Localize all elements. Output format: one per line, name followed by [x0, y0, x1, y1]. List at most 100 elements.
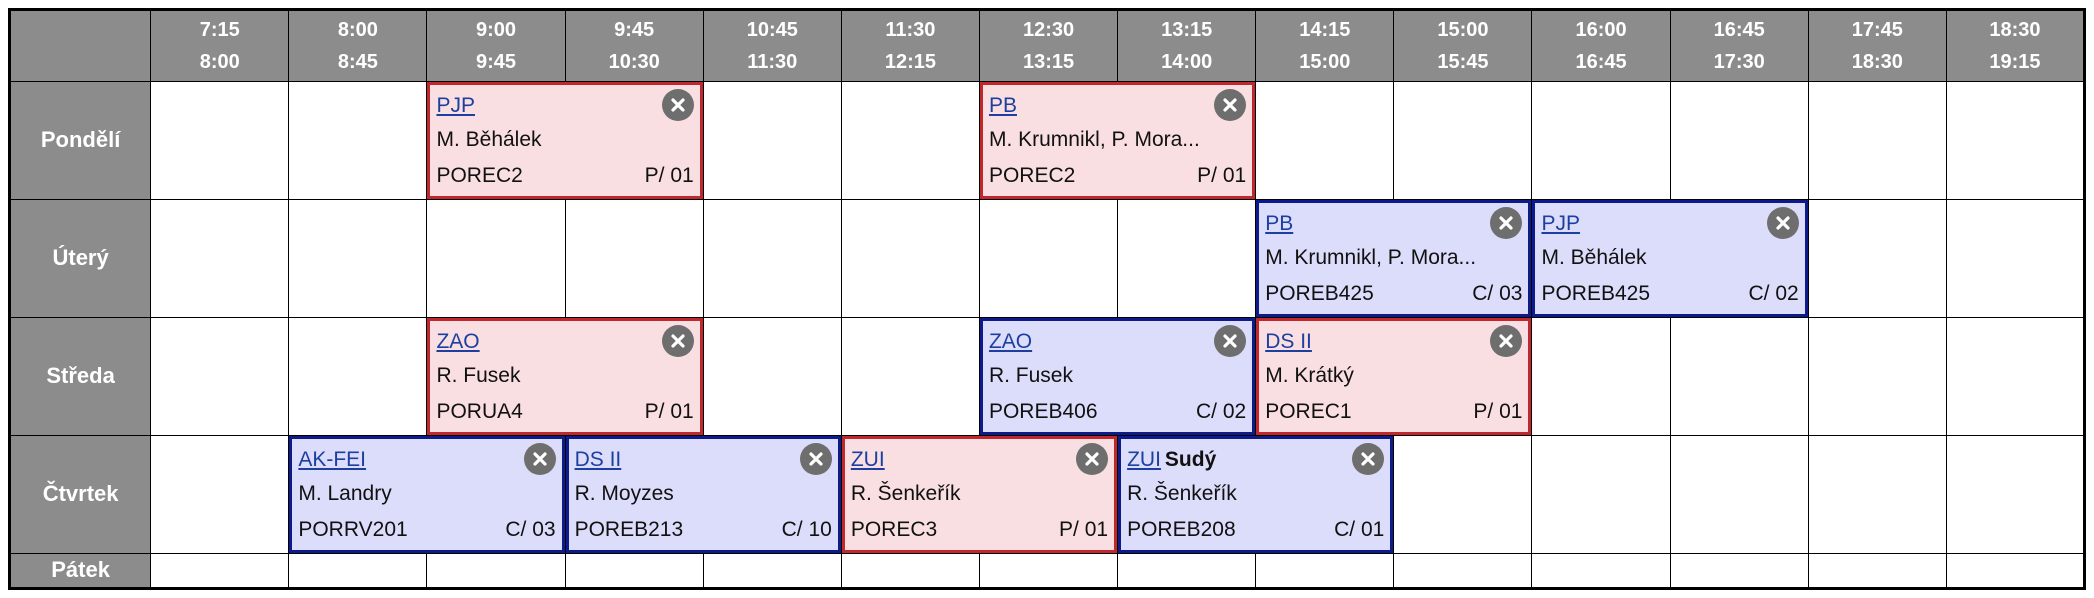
- empty-slot[interactable]: [1945, 316, 2086, 436]
- close-circle-icon[interactable]: [1214, 89, 1247, 121]
- lesson-block: PJP M. Běhálek POREC2 P/ 01: [427, 82, 703, 199]
- empty-slot[interactable]: [150, 198, 290, 318]
- empty-slot[interactable]: [1807, 81, 1947, 200]
- empty-slot[interactable]: [564, 198, 704, 318]
- lesson-cell: PB M. Krumnikl, P. Mora... POREB425 C/ 03: [1255, 198, 1533, 318]
- empty-slot[interactable]: [840, 316, 980, 436]
- time-slot: 17:45 18:30: [1807, 9, 1947, 82]
- course-code-link[interactable]: PJP: [436, 89, 475, 122]
- empty-slot[interactable]: [702, 552, 842, 590]
- empty-slot[interactable]: [150, 81, 290, 200]
- empty-slot[interactable]: [840, 552, 980, 590]
- close-circle-icon[interactable]: [1490, 206, 1523, 239]
- empty-slot[interactable]: [1807, 198, 1947, 318]
- room-label: POREB425: [1541, 281, 1651, 305]
- empty-slot[interactable]: [1531, 316, 1671, 436]
- empty-slot[interactable]: [1255, 81, 1395, 200]
- empty-slot[interactable]: [1117, 552, 1257, 590]
- empty-slot[interactable]: [1945, 434, 2086, 554]
- empty-slot[interactable]: [1669, 552, 1809, 590]
- close-circle-icon[interactable]: [1490, 324, 1523, 357]
- lesson-cell: PB M. Krumnikl, P. Mora... POREC2 P/ 01: [978, 81, 1257, 200]
- lesson-cell: ZUI R. Šenkeřík POREC3 P/ 01: [840, 434, 1119, 554]
- course-code-link[interactable]: AK-FEI: [298, 443, 366, 476]
- empty-slot[interactable]: [702, 81, 842, 200]
- empty-slot[interactable]: [150, 316, 290, 436]
- room-label: PORUA4: [436, 399, 523, 423]
- close-circle-icon[interactable]: [661, 324, 694, 357]
- empty-slot[interactable]: [150, 434, 290, 554]
- lesson-cell: PJP M. Běhálek POREC2 P/ 01: [426, 81, 704, 200]
- course-code-link[interactable]: PJP: [1541, 207, 1580, 240]
- teacher-name: R. Fusek: [988, 363, 1073, 387]
- empty-slot[interactable]: [978, 552, 1119, 590]
- empty-slot[interactable]: [1807, 316, 1947, 436]
- empty-slot[interactable]: [1945, 552, 2086, 590]
- empty-slot[interactable]: [288, 198, 428, 318]
- lesson-footer: POREB425 C/ 02: [1541, 276, 1798, 312]
- day-label: Úterý: [8, 198, 152, 318]
- teacher-name: M. Běhálek: [436, 128, 542, 151]
- teacher-name: M. Běhálek: [1541, 245, 1647, 269]
- room-label: POREB406: [988, 399, 1098, 423]
- empty-slot[interactable]: [1669, 81, 1809, 200]
- empty-slot[interactable]: [150, 552, 290, 590]
- empty-slot[interactable]: [840, 81, 980, 200]
- course-code-link[interactable]: PB: [1265, 207, 1293, 240]
- empty-slot[interactable]: [702, 198, 842, 318]
- empty-slot[interactable]: [1807, 434, 1947, 554]
- empty-slot[interactable]: [1393, 81, 1533, 200]
- time-slot: 9:00 9:45: [426, 9, 566, 82]
- empty-slot[interactable]: [564, 552, 704, 590]
- empty-slot[interactable]: [1807, 552, 1947, 590]
- course-code-link[interactable]: ZUI: [1127, 443, 1161, 476]
- empty-slot[interactable]: [288, 316, 428, 436]
- time-slot: 9:45 10:30: [564, 9, 704, 82]
- close-circle-icon[interactable]: [799, 442, 832, 475]
- teacher-name: M. Krumnikl, P. Mora...: [988, 128, 1200, 151]
- lesson-footer: POREB208 C/ 01: [1127, 512, 1384, 548]
- teacher-name: R. Fusek: [436, 363, 521, 387]
- close-circle-icon[interactable]: [1352, 442, 1385, 475]
- empty-slot[interactable]: [1945, 81, 2086, 200]
- time-header-row: 7:15 8:00 8:00 8:45 9:00 9:45 9:45 10:30 10:…: [8, 9, 2086, 82]
- course-code-link[interactable]: DS II: [575, 443, 622, 476]
- empty-slot[interactable]: [1945, 198, 2086, 318]
- lesson-cell: AK-FEI M. Landry PORRV201 C/ 03: [288, 434, 566, 554]
- room-label: POREC1: [1265, 399, 1352, 423]
- lesson-block: ZUI Sudý R. Šenkeřík POREB208 C/ 01: [1118, 435, 1394, 553]
- lesson-block: ZAO R. Fusek POREB406 C/ 02: [979, 317, 1256, 435]
- close-circle-icon[interactable]: [1214, 324, 1247, 357]
- empty-slot[interactable]: [1531, 81, 1671, 200]
- empty-slot[interactable]: [288, 552, 428, 590]
- empty-slot[interactable]: [288, 81, 428, 200]
- group-label: P/ 01: [1473, 399, 1523, 423]
- empty-slot[interactable]: [1531, 552, 1671, 590]
- empty-slot[interactable]: [1393, 552, 1533, 590]
- course-code-link[interactable]: ZAO: [989, 325, 1032, 358]
- course-code-link[interactable]: ZAO: [436, 325, 479, 358]
- close-circle-icon[interactable]: [523, 442, 556, 475]
- course-code-link[interactable]: PB: [989, 89, 1017, 122]
- empty-slot[interactable]: [426, 198, 566, 318]
- close-circle-icon[interactable]: [1076, 442, 1109, 475]
- course-code-link[interactable]: DS II: [1265, 325, 1312, 358]
- empty-slot[interactable]: [426, 552, 566, 590]
- empty-slot[interactable]: [978, 198, 1119, 318]
- empty-slot[interactable]: [840, 198, 980, 318]
- close-circle-icon[interactable]: [661, 89, 694, 121]
- empty-slot[interactable]: [702, 316, 842, 436]
- empty-slot[interactable]: [1117, 198, 1257, 318]
- empty-slot[interactable]: [1255, 552, 1395, 590]
- empty-slot[interactable]: [1669, 434, 1809, 554]
- empty-slot[interactable]: [1531, 434, 1671, 554]
- close-circle-icon[interactable]: [1766, 206, 1799, 239]
- time-slot: 16:00 16:45: [1531, 9, 1671, 82]
- course-code-link[interactable]: ZUI: [851, 443, 885, 476]
- empty-slot[interactable]: [1393, 434, 1533, 554]
- lesson-footer: POREC1 P/ 01: [1265, 394, 1522, 430]
- lesson-footer: POREB406 C/ 02: [989, 394, 1246, 430]
- group-label: C/ 01: [1334, 517, 1385, 541]
- room-label: POREC3: [850, 517, 938, 541]
- empty-slot[interactable]: [1669, 316, 1809, 436]
